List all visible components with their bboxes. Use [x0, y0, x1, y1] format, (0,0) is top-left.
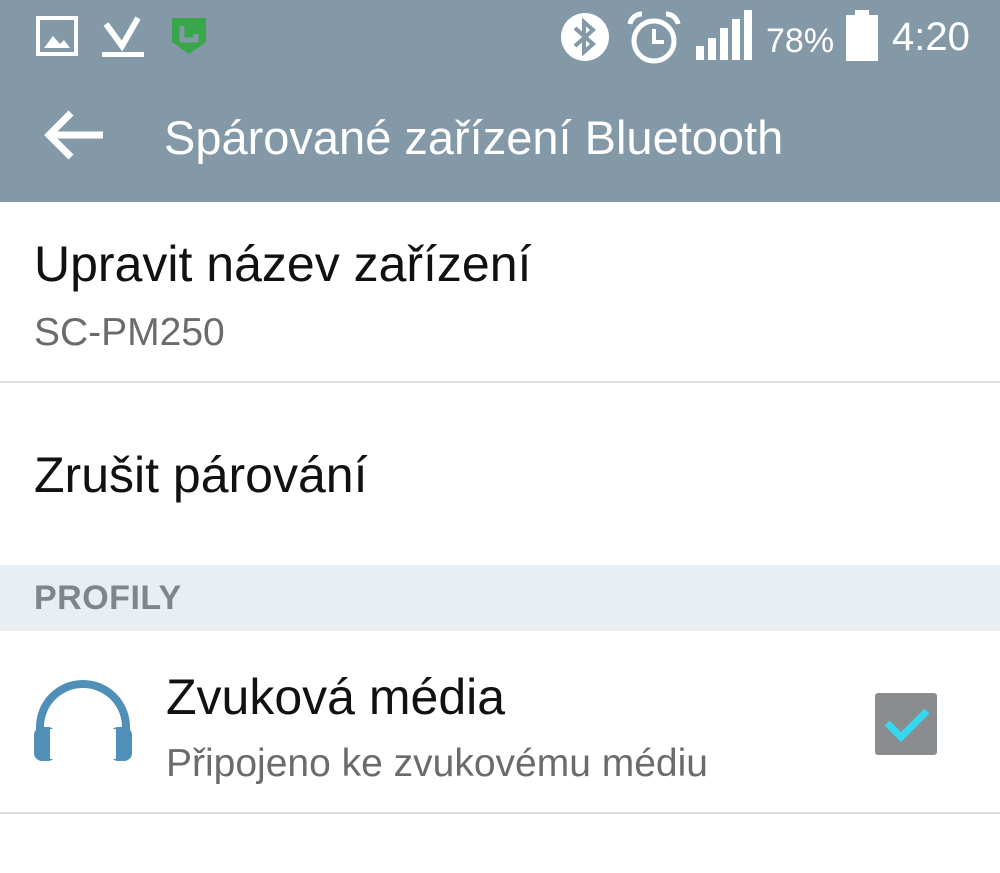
media-audio-profile-item[interactable]: Zvuková média Připojeno ke zvukovému méd…	[0, 631, 1000, 813]
download-done-icon	[100, 16, 146, 63]
unpair-title: Zrušit párování	[34, 447, 368, 503]
arrow-back-icon	[43, 109, 107, 166]
app-bar: Spárované zařízení Bluetooth	[0, 76, 1000, 202]
back-button[interactable]	[30, 102, 120, 172]
shield-app-icon	[170, 16, 208, 61]
headphones-icon	[30, 679, 136, 770]
page-title: Spárované zařízení Bluetooth	[164, 111, 784, 164]
rename-device-item[interactable]: Upravit název zařízení SC-PM250	[0, 202, 1000, 382]
media-audio-status: Připojeno ke zvukovému médiu	[166, 742, 708, 785]
divider	[0, 812, 1000, 814]
clock: 4:20	[892, 15, 970, 59]
bluetooth-icon	[560, 10, 610, 69]
unpair-item[interactable]: Zrušit párování	[0, 383, 1000, 565]
gallery-icon	[36, 16, 78, 61]
profiles-section-header: PROFILY	[0, 565, 1000, 631]
signal-icon	[694, 10, 756, 67]
status-bar: 78% 4:20	[0, 0, 1000, 76]
profiles-header-label: PROFILY	[34, 579, 182, 617]
device-name-value: SC-PM250	[34, 311, 225, 354]
media-audio-checkbox[interactable]	[875, 693, 937, 755]
battery-percent: 78%	[766, 22, 835, 60]
rename-device-title: Upravit název zařízení	[34, 236, 532, 292]
alarm-icon	[626, 10, 682, 71]
battery-icon	[844, 10, 880, 67]
checkmark-icon	[875, 708, 937, 759]
media-audio-title: Zvuková média	[166, 669, 506, 725]
